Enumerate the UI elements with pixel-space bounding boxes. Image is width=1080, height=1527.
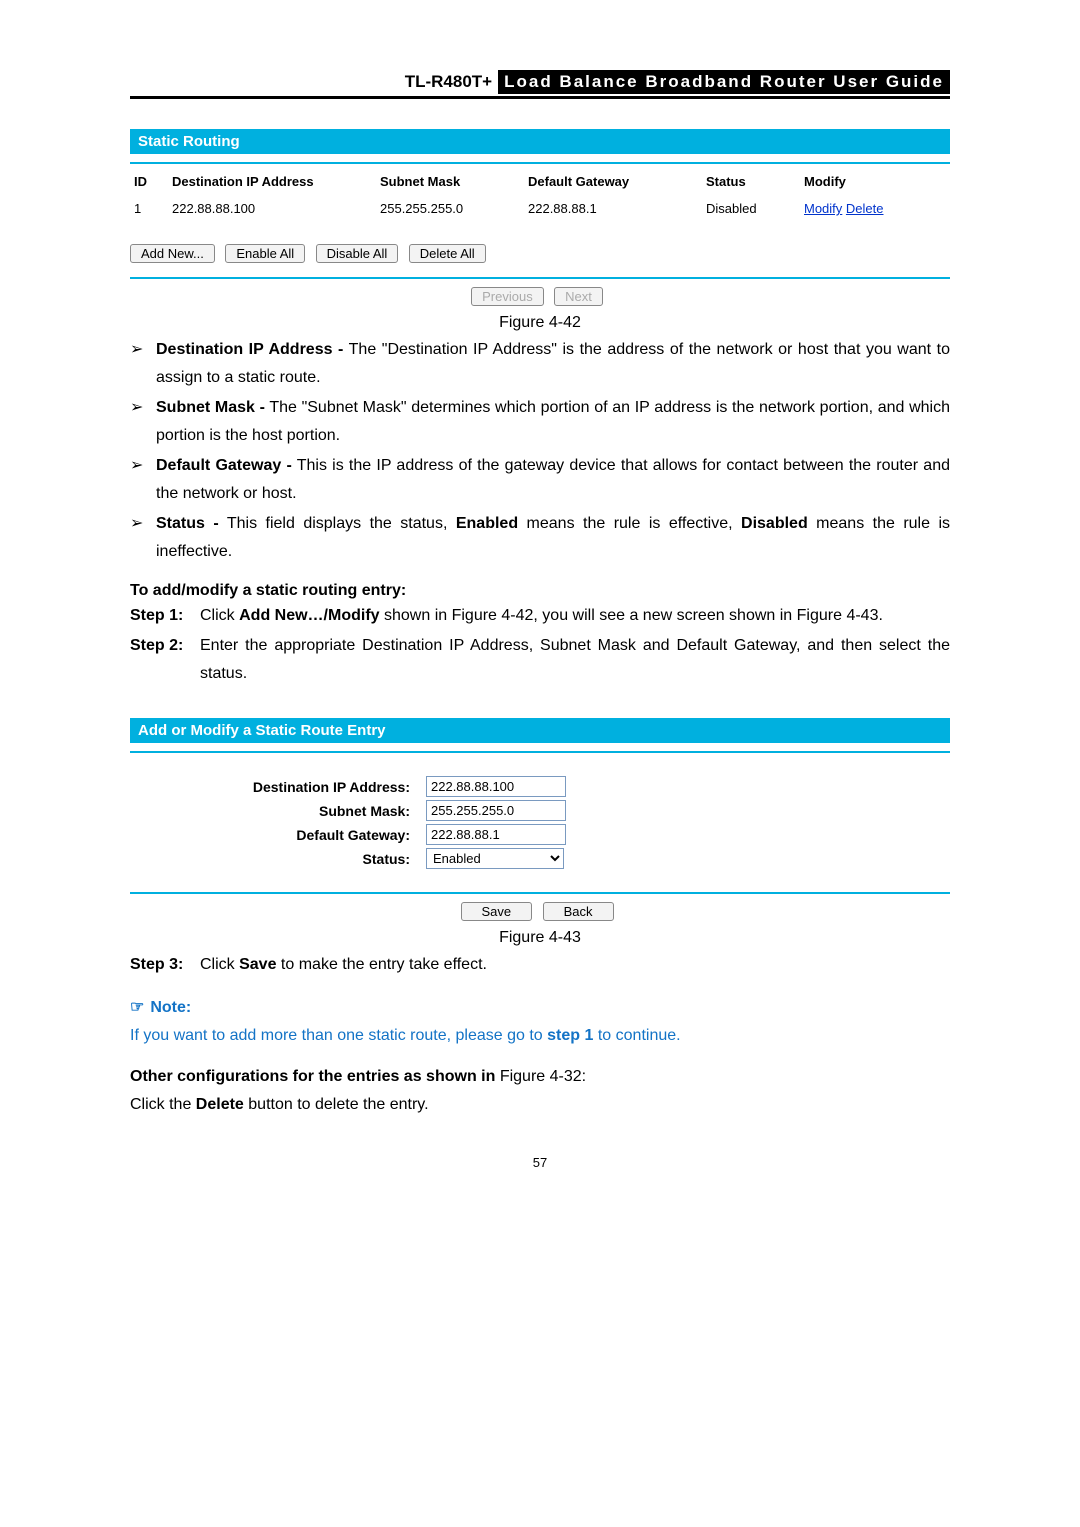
delete-link[interactable]: Delete <box>846 201 884 216</box>
page-header: TL-R480T+ Load Balance Broadband Router … <box>130 70 950 99</box>
panel-title: Static Routing <box>130 129 950 154</box>
guide-title: Load Balance Broadband Router User Guide <box>498 70 950 94</box>
col-status: Status <box>702 172 800 199</box>
save-button[interactable]: Save <box>461 902 533 921</box>
field-label: Destination IP Address: <box>130 779 426 795</box>
divider <box>130 751 950 753</box>
enable-all-button[interactable]: Enable All <box>225 244 305 263</box>
term: Subnet Mask - <box>156 399 265 416</box>
col-modify: Modify <box>800 172 950 199</box>
bullet-icon: ➢ <box>130 510 156 566</box>
figure-caption: Figure 4-43 <box>130 929 950 947</box>
bullet-icon: ➢ <box>130 394 156 450</box>
form-row-dest: Destination IP Address: <box>130 776 950 797</box>
list-item: ➢ Subnet Mask - The "Subnet Mask" determ… <box>130 394 950 450</box>
bullet-icon: ➢ <box>130 452 156 508</box>
table-header-row: ID Destination IP Address Subnet Mask De… <box>130 172 950 199</box>
definitions-list: ➢ Destination IP Address - The "Destinat… <box>130 336 950 566</box>
figure-caption: Figure 4-42 <box>130 314 950 332</box>
step-2: Step 2: Enter the appropriate Destinatio… <box>130 632 950 688</box>
panel-title: Add or Modify a Static Route Entry <box>130 718 950 743</box>
cell-gw: 222.88.88.1 <box>524 199 702 218</box>
cell-id: 1 <box>130 199 168 218</box>
static-routing-panel: Static Routing ID Destination IP Address… <box>130 129 950 306</box>
routing-table: ID Destination IP Address Subnet Mask De… <box>130 172 950 218</box>
list-item: ➢ Destination IP Address - The "Destinat… <box>130 336 950 392</box>
button-row: Add New... Enable All Disable All Delete… <box>130 244 950 263</box>
pager: Previous Next <box>130 287 950 306</box>
delete-all-button[interactable]: Delete All <box>409 244 486 263</box>
section-heading: To add/modify a static routing entry: <box>130 582 950 600</box>
field-label: Subnet Mask: <box>130 803 426 819</box>
cell-status: Disabled <box>702 199 800 218</box>
step-3: Step 3: Click Save to make the entry tak… <box>130 951 950 979</box>
gateway-input[interactable] <box>426 824 566 845</box>
pointing-hand-icon: ☞ <box>130 999 144 1016</box>
other-config-heading: Other configurations for the entries as … <box>130 1063 950 1091</box>
field-label: Status: <box>130 851 426 867</box>
list-item: ➢ Default Gateway - This is the IP addre… <box>130 452 950 508</box>
disable-all-button[interactable]: Disable All <box>316 244 399 263</box>
col-gw: Default Gateway <box>524 172 702 199</box>
status-select[interactable]: Enabled <box>426 848 564 869</box>
col-dest: Destination IP Address <box>168 172 376 199</box>
col-id: ID <box>130 172 168 199</box>
cell-mask: 255.255.255.0 <box>376 199 524 218</box>
next-button[interactable]: Next <box>554 287 603 306</box>
note-heading: ☞Note: <box>130 997 950 1017</box>
term: Destination IP Address - <box>156 341 343 358</box>
term-desc: The "Subnet Mask" determines which porti… <box>156 399 950 444</box>
table-row: 1 222.88.88.100 255.255.255.0 222.88.88.… <box>130 199 950 218</box>
subnet-mask-input[interactable] <box>426 800 566 821</box>
term: Status - <box>156 515 219 532</box>
save-row: Save Back <box>130 902 950 921</box>
form-row-gw: Default Gateway: <box>130 824 950 845</box>
term: Default Gateway - <box>156 457 292 474</box>
bullet-icon: ➢ <box>130 336 156 392</box>
add-modify-panel: Add or Modify a Static Route Entry Desti… <box>130 718 950 921</box>
add-new-button[interactable]: Add New... <box>130 244 215 263</box>
col-mask: Subnet Mask <box>376 172 524 199</box>
previous-button[interactable]: Previous <box>471 287 544 306</box>
dest-ip-input[interactable] <box>426 776 566 797</box>
step-1: Step 1: Click Add New…/Modify shown in F… <box>130 602 950 630</box>
list-item: ➢ Status - This field displays the statu… <box>130 510 950 566</box>
modify-link[interactable]: Modify <box>804 201 842 216</box>
model-label: TL-R480T+ <box>405 72 498 92</box>
cell-dest: 222.88.88.100 <box>168 199 376 218</box>
form-row-status: Status: Enabled <box>130 848 950 869</box>
field-label: Default Gateway: <box>130 827 426 843</box>
page-number: 57 <box>130 1155 950 1170</box>
divider <box>130 162 950 164</box>
divider <box>130 892 950 894</box>
note-body: If you want to add more than one static … <box>130 1023 950 1049</box>
divider <box>130 277 950 279</box>
other-config-line: Click the Delete button to delete the en… <box>130 1091 950 1119</box>
form-row-mask: Subnet Mask: <box>130 800 950 821</box>
back-button[interactable]: Back <box>543 902 614 921</box>
